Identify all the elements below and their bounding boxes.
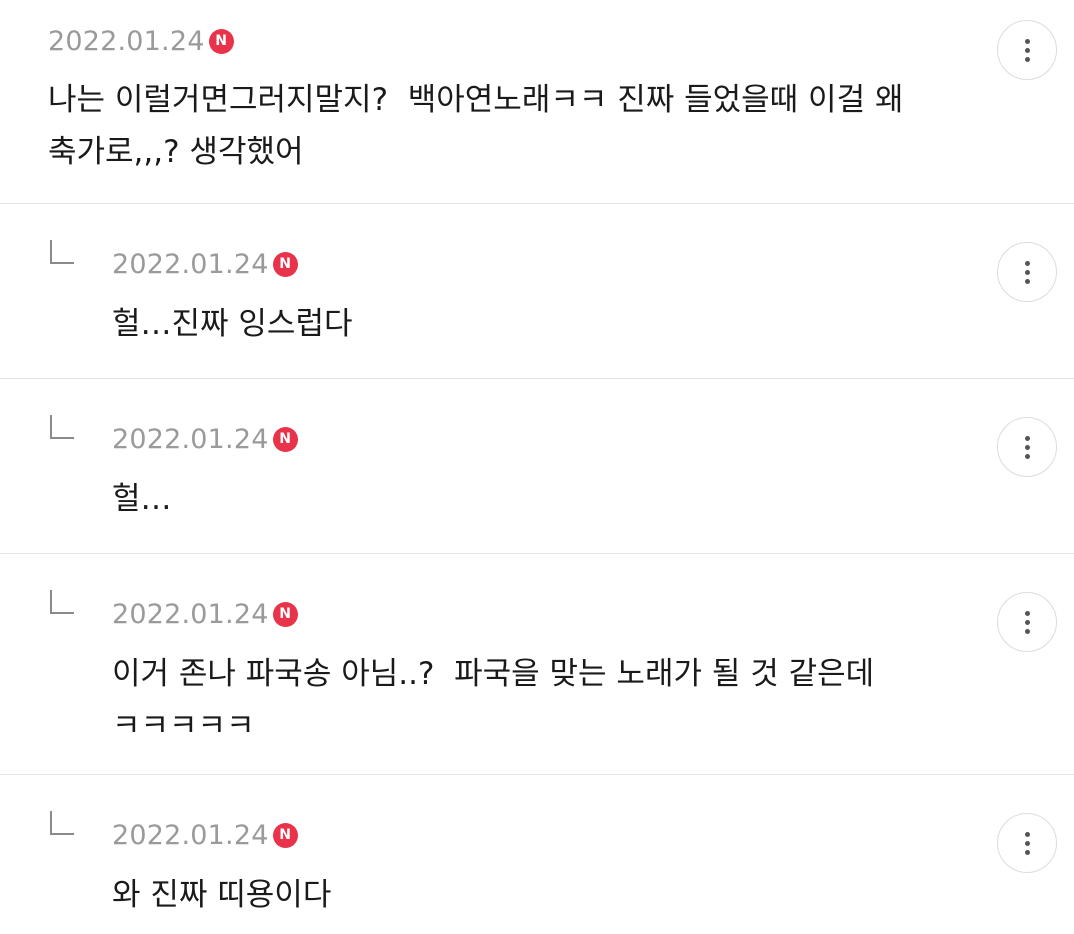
comment-meta: 2022.01.24 N — [112, 422, 298, 456]
reply-arrow-icon — [50, 811, 74, 835]
new-badge-icon: N — [272, 601, 298, 627]
comment-item: 2022.01.24 N 나는 이럴거면그러지말지? 백아연노래ㅋㅋ 진짜 들었… — [0, 0, 1074, 203]
comment-date: 2022.01.24 — [112, 248, 269, 280]
reply-arrow-icon — [50, 415, 74, 439]
more-vertical-icon — [1024, 435, 1030, 441]
more-vertical-icon-dot — [1024, 619, 1030, 625]
comment-text: 와 진짜 띠용이다 — [112, 877, 332, 913]
more-vertical-icon — [1024, 610, 1030, 616]
more-options-button[interactable] — [997, 813, 1057, 873]
comment-text: 헐…진짜 잉스럽다 — [112, 306, 353, 342]
new-badge-icon: N — [272, 822, 298, 848]
reply-item: 2022.01.24 N 헐… — [0, 379, 1074, 553]
more-vertical-icon-dot — [1024, 47, 1030, 53]
new-badge-icon: N — [208, 28, 234, 54]
more-vertical-icon-dot — [1024, 444, 1030, 450]
more-vertical-icon-dot — [1024, 56, 1030, 62]
more-vertical-icon-dot — [1024, 278, 1030, 284]
comment-date: 2022.01.24 — [112, 819, 269, 851]
reply-item: 2022.01.24 N 와 진짜 띠용이다 — [0, 775, 1074, 934]
more-vertical-icon — [1024, 38, 1030, 44]
more-options-button[interactable] — [997, 592, 1057, 652]
comment-date: 2022.01.24 — [48, 25, 205, 57]
more-vertical-icon-dot — [1024, 849, 1030, 855]
more-vertical-icon-dot — [1024, 840, 1030, 846]
comment-text-clip: 이거 존나 파국송 아님..? 파국을 맞는 노래가 될 것 같은데 ㅋㅋㅋㅋㅋ — [112, 648, 972, 773]
comment-text: 이거 존나 파국송 아님..? 파국을 맞는 노래가 될 것 같은데 ㅋㅋㅋㅋㅋ — [112, 656, 875, 744]
reply-item: 2022.01.24 N 헐…진짜 잉스럽다 — [0, 204, 1074, 378]
more-vertical-icon — [1024, 831, 1030, 837]
comment-meta: 2022.01.24 N — [112, 597, 298, 631]
comment-meta: 2022.01.24 N — [112, 247, 298, 281]
comment-date: 2022.01.24 — [112, 598, 269, 630]
comment-meta: 2022.01.24 N — [48, 24, 234, 58]
reply-arrow-icon — [50, 590, 74, 614]
comment-meta: 2022.01.24 N — [112, 818, 298, 852]
more-vertical-icon-dot — [1024, 269, 1030, 275]
reply-item: 2022.01.24 N 이거 존나 파국송 아님..? 파국을 맞는 노래가 … — [0, 554, 1074, 774]
more-options-button[interactable] — [997, 242, 1057, 302]
more-options-button[interactable] — [997, 417, 1057, 477]
comment-list: 2022.01.24 N 나는 이럴거면그러지말지? 백아연노래ㅋㅋ 진짜 들었… — [0, 0, 1074, 934]
reply-arrow-icon — [50, 240, 74, 264]
new-badge-icon: N — [272, 251, 298, 277]
more-vertical-icon-dot — [1024, 453, 1030, 459]
comment-date: 2022.01.24 — [112, 423, 269, 455]
more-options-button[interactable] — [997, 20, 1057, 80]
more-vertical-icon — [1024, 260, 1030, 266]
comment-text: 헐… — [112, 481, 172, 517]
more-vertical-icon-dot — [1024, 628, 1030, 634]
new-badge-icon: N — [272, 426, 298, 452]
comment-text: 나는 이럴거면그러지말지? 백아연노래ㅋㅋ 진짜 들었을때 이걸 왜 축가로,,… — [48, 82, 904, 170]
